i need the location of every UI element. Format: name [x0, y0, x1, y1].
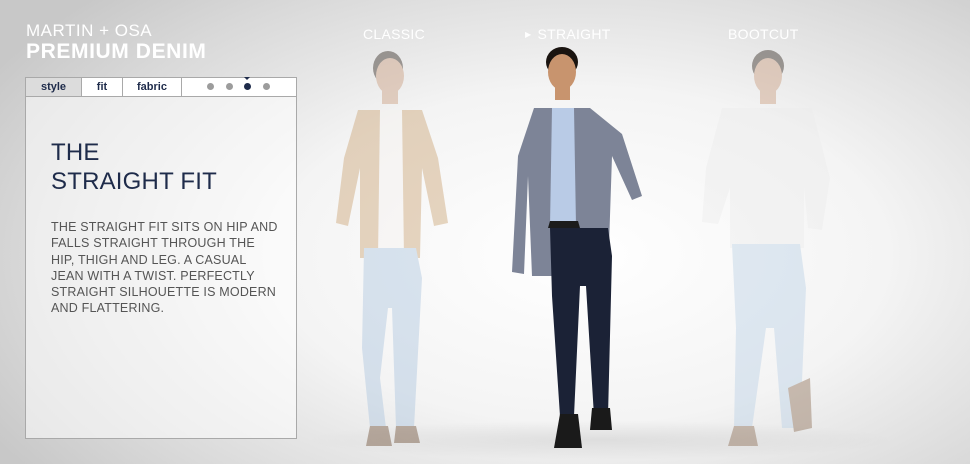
fit-nav-straight[interactable]: ▶ STRAIGHT — [525, 26, 611, 42]
tab-style[interactable]: style — [26, 78, 82, 96]
tab-fabric[interactable]: fabric — [123, 78, 182, 96]
info-panel: style fit fabric THE STRAIGHT FIT THE ST… — [25, 77, 297, 439]
brand-title: PREMIUM DENIM — [26, 40, 207, 63]
pager-marker-icon — [244, 77, 250, 80]
fit-nav-classic[interactable]: CLASSIC — [363, 26, 425, 42]
fit-heading-line2: STRAIGHT FIT — [51, 168, 217, 195]
brand-tagline: MARTIN + OSA — [26, 21, 153, 40]
fit-nav-straight-label: STRAIGHT — [537, 26, 611, 42]
pager-dot[interactable] — [226, 83, 233, 90]
tab-fit[interactable]: fit — [82, 78, 123, 96]
model-bootcut-image[interactable] — [692, 48, 842, 458]
pager-dot-active[interactable] — [244, 83, 251, 90]
pager-dot[interactable] — [207, 83, 214, 90]
fit-heading: THE STRAIGHT FIT — [51, 138, 217, 196]
tab-bar: style fit fabric — [26, 77, 296, 97]
model-classic-image[interactable] — [330, 48, 480, 458]
fit-description: THE STRAIGHT FIT SITS ON HIP AND FALLS S… — [51, 220, 278, 316]
pager-dot[interactable] — [263, 83, 270, 90]
fit-heading-line1: THE — [51, 139, 100, 166]
fit-nav-bootcut[interactable]: BOOTCUT — [728, 26, 799, 42]
model-straight-image[interactable] — [512, 46, 652, 452]
play-arrow-icon: ▶ — [525, 30, 532, 39]
